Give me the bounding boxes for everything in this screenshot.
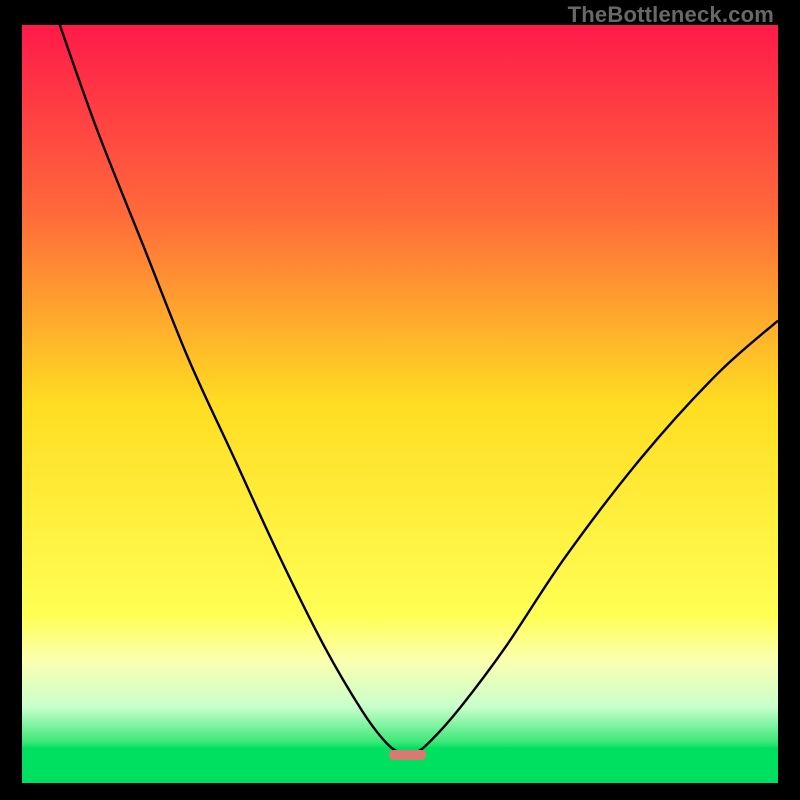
bottleneck-chart bbox=[22, 25, 778, 783]
gradient-background bbox=[22, 25, 778, 783]
chart-frame bbox=[22, 25, 778, 783]
optimum-marker bbox=[389, 750, 427, 760]
watermark-label: TheBottleneck.com bbox=[568, 2, 774, 28]
